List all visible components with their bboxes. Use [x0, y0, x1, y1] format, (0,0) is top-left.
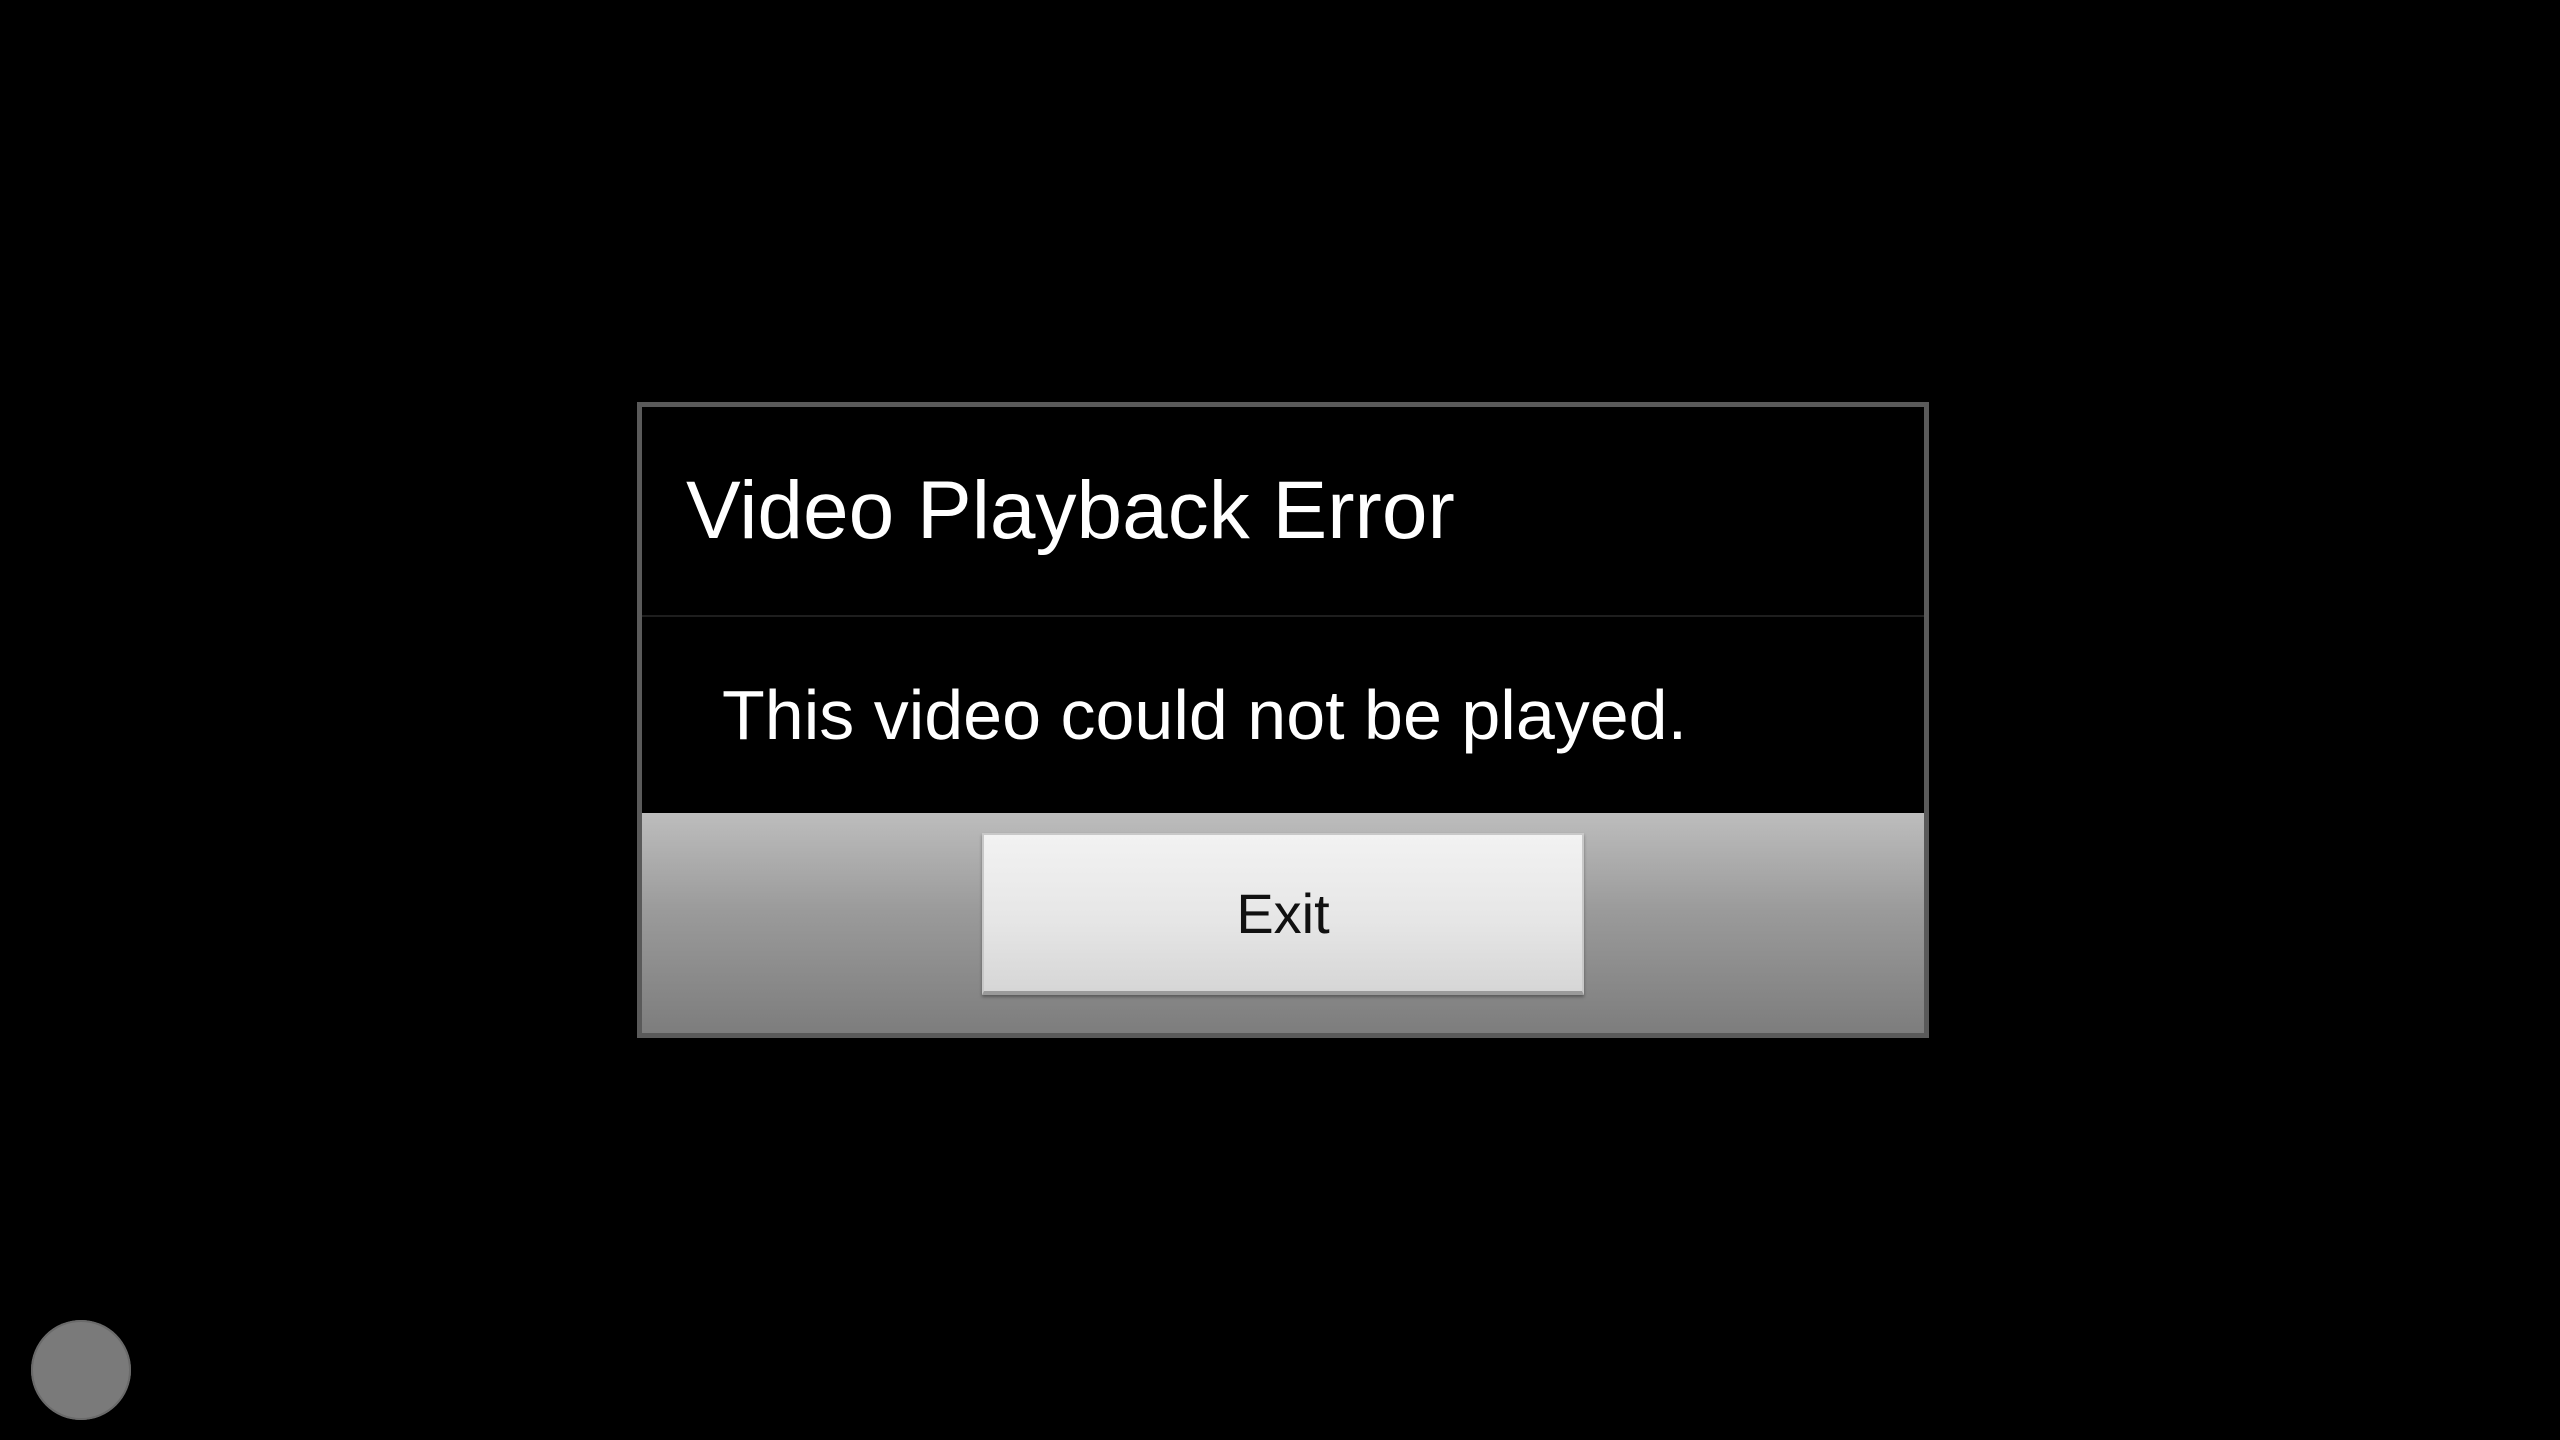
dialog-message: This video could not be played. — [722, 676, 1688, 754]
assistive-touch-icon[interactable] — [31, 1320, 131, 1420]
screen: Video Playback Error This video could no… — [0, 0, 2560, 1440]
dialog-body: This video could not be played. — [642, 617, 1924, 813]
error-dialog: Video Playback Error This video could no… — [637, 402, 1929, 1038]
dialog-title: Video Playback Error — [686, 465, 1455, 556]
dialog-footer: Exit — [642, 813, 1924, 1033]
dialog-header: Video Playback Error — [642, 407, 1924, 617]
exit-button[interactable]: Exit — [982, 833, 1584, 995]
